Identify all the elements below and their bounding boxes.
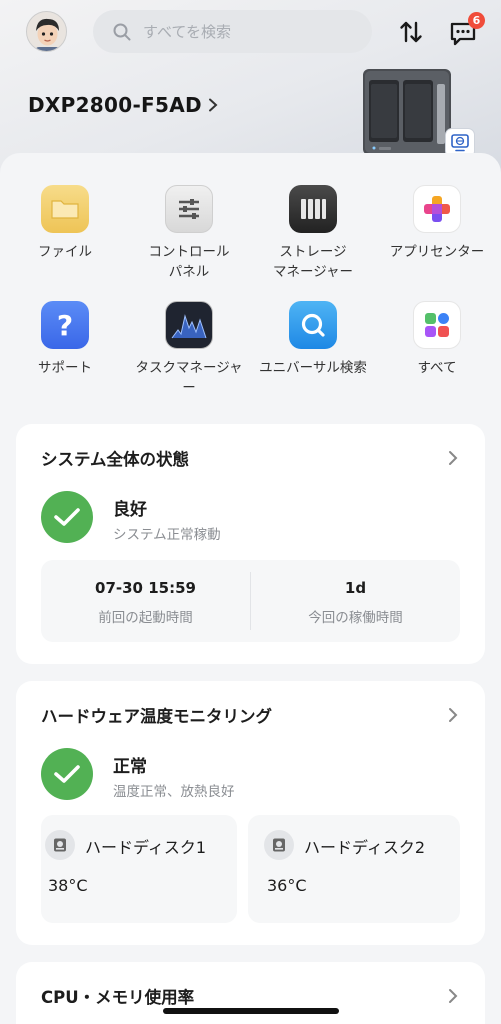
status-detail: システム正常稼動	[113, 527, 221, 543]
device-name-link[interactable]: DXP2800-F5AD	[28, 93, 218, 117]
card-title: CPU・メモリ使用率	[41, 988, 195, 1007]
app-label: ストレージ マネージャー	[272, 244, 354, 280]
chevron-right-icon[interactable]	[447, 987, 459, 1005]
check-circle-icon	[41, 491, 93, 543]
app-storage-manager[interactable]: ストレージ マネージャー	[250, 185, 376, 282]
uptime: 1d 今回の稼働時間	[251, 560, 460, 642]
home-indicator[interactable]	[163, 1008, 339, 1014]
chevron-right-icon[interactable]	[447, 706, 459, 724]
app-universal-search[interactable]: ユニバーサル検索	[250, 301, 376, 378]
app-all[interactable]: すべて	[374, 301, 500, 378]
app-file[interactable]: ファイル	[2, 185, 128, 262]
app-label: アプリセンター	[389, 244, 485, 260]
app-label: タスクマネージャ ー	[135, 360, 243, 396]
notification-badge: 6	[468, 12, 485, 29]
device-name: DXP2800-F5AD	[28, 93, 202, 117]
card-title: ハードウェア温度モニタリング	[41, 707, 272, 726]
disk-temp: 38°C	[48, 876, 88, 895]
app-support[interactable]: ? サポート	[2, 301, 128, 378]
app-app-center[interactable]: アプリセンター	[374, 185, 500, 262]
app-control-panel[interactable]: コントロール パネル	[126, 185, 252, 282]
check-circle-icon	[41, 748, 93, 800]
search-icon	[113, 23, 131, 40]
app-center-icon	[413, 185, 461, 233]
universal-search-icon	[289, 301, 337, 349]
system-status-card[interactable]: システム全体の状態 良好 システム正常稼動 07-30 15:59 前回の起動時…	[16, 424, 485, 664]
disk-name: ハードディスク1	[85, 838, 207, 857]
hard-disk-icon	[264, 830, 294, 860]
chevron-right-icon	[208, 98, 218, 112]
chevron-right-icon[interactable]	[447, 449, 459, 467]
card-title: システム全体の状態	[41, 450, 190, 469]
app-label: コントロール パネル	[148, 244, 230, 280]
app-label: すべて	[417, 360, 457, 376]
disk-name: ハードディスク2	[304, 838, 426, 857]
all-apps-icon	[413, 301, 461, 349]
uptime-value: 1d	[344, 579, 367, 597]
disk-temp: 36°C	[267, 876, 307, 895]
control-panel-icon	[165, 185, 213, 233]
task-manager-icon	[165, 301, 213, 349]
hardware-temp-card[interactable]: ハードウェア温度モニタリング 正常 温度正常、放熱良好 ハードディスク1 38°…	[16, 681, 485, 945]
last-boot: 07-30 15:59 前回の起動時間	[41, 560, 250, 642]
help-icon: ?	[41, 301, 89, 349]
uptime-label: 今回の稼働時間	[308, 610, 403, 626]
status-text: 正常	[113, 757, 147, 777]
disk-item[interactable]: ハードディスク2 36°C	[248, 815, 460, 923]
status-detail: 温度正常、放熱良好	[113, 784, 235, 800]
disk-item[interactable]: ハードディスク1 38°C	[41, 815, 237, 923]
cpu-memory-card[interactable]: CPU・メモリ使用率	[16, 962, 485, 1024]
uptime-stats: 07-30 15:59 前回の起動時間 1d 今回の稼働時間	[41, 560, 460, 642]
search-placeholder: すべてを検索	[143, 23, 232, 41]
app-label: ファイル	[38, 244, 92, 260]
app-task-manager[interactable]: タスクマネージャ ー	[126, 301, 252, 398]
globe-monitor-icon	[451, 134, 469, 152]
last-boot-value: 07-30 15:59	[95, 579, 196, 597]
user-avatar[interactable]	[26, 11, 67, 52]
app-label: サポート	[38, 360, 92, 376]
last-boot-label: 前回の起動時間	[98, 610, 193, 626]
status-text: 良好	[113, 500, 147, 520]
transfer-icon[interactable]	[398, 19, 424, 45]
search-input[interactable]: すべてを検索	[93, 10, 372, 53]
folder-icon	[41, 185, 89, 233]
storage-manager-icon	[289, 185, 337, 233]
app-label: ユニバーサル検索	[259, 360, 367, 376]
nas-device-image	[363, 69, 451, 155]
hard-disk-icon	[45, 830, 75, 860]
